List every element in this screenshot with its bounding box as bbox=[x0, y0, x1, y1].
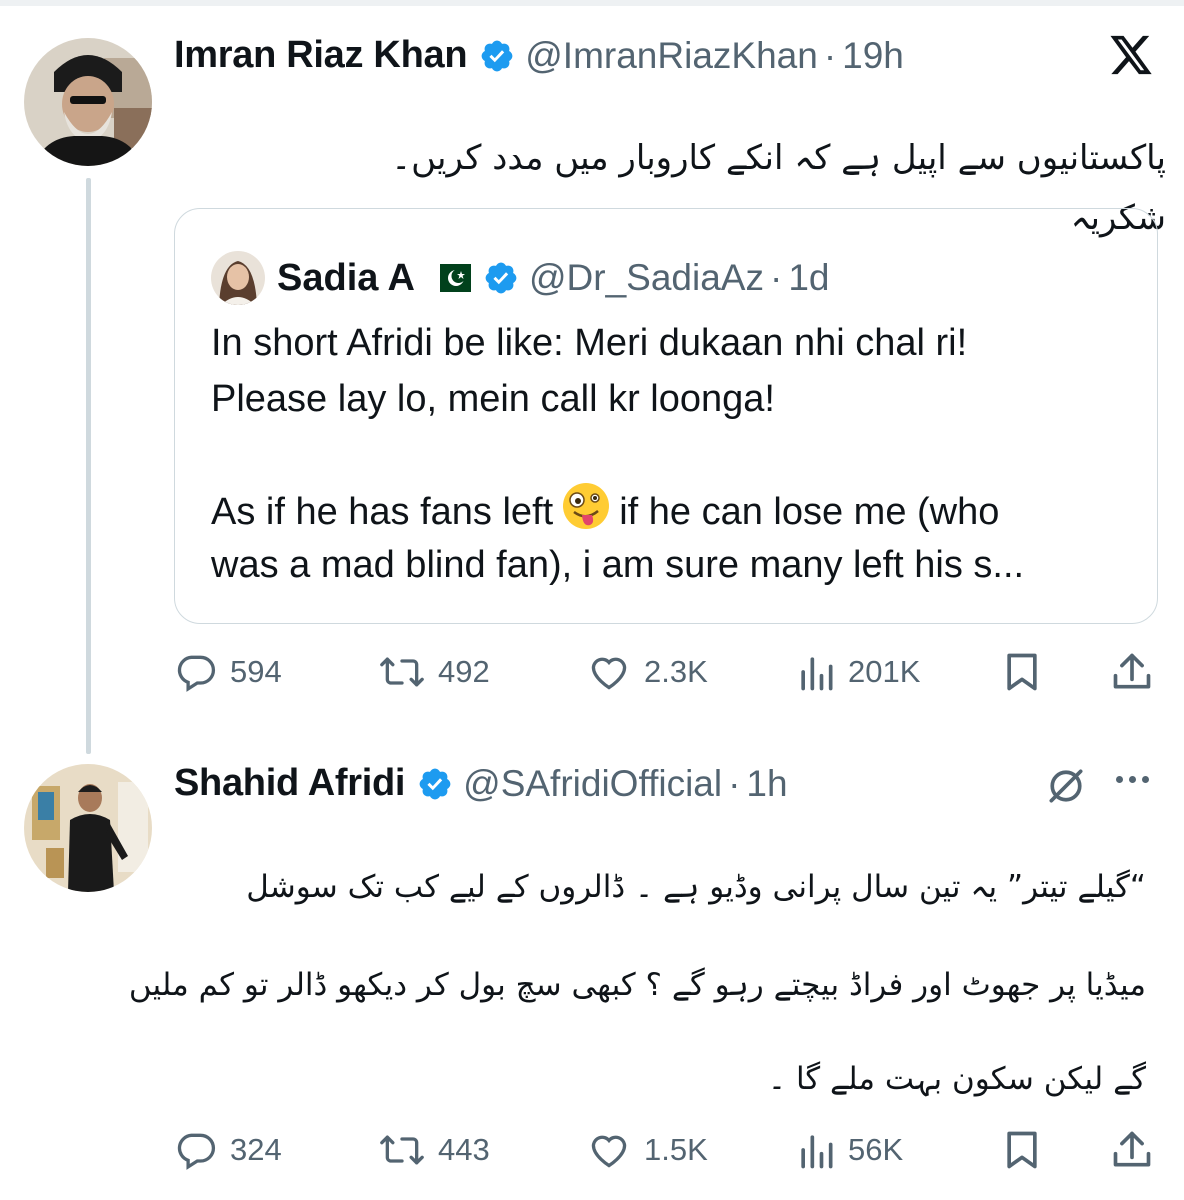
quoted-text-line: was a mad blind fan), i am sure many lef… bbox=[211, 544, 1025, 586]
post-header: Imran Riaz Khan @ImranRiazKhan · 19h bbox=[174, 34, 904, 77]
repost-count: 443 bbox=[438, 1132, 490, 1167]
reply-button[interactable]: 324 bbox=[174, 1128, 282, 1172]
verified-badge-icon bbox=[483, 260, 519, 296]
quoted-text-line: In short Afridi be like: Meri dukaan nhi… bbox=[211, 322, 968, 364]
author-handle[interactable]: @SAfridiOfficial bbox=[463, 763, 722, 805]
share-button[interactable] bbox=[1110, 650, 1154, 694]
repost-button[interactable]: 443 bbox=[378, 1128, 490, 1172]
reply-count: 594 bbox=[230, 654, 282, 689]
post-time[interactable]: 19h bbox=[842, 35, 904, 77]
views-count: 201K bbox=[848, 654, 921, 689]
reply-button[interactable]: 594 bbox=[174, 650, 282, 694]
views-button[interactable]: 56K bbox=[796, 1128, 903, 1172]
quoted-post-time[interactable]: 1d bbox=[788, 257, 829, 299]
like-button[interactable]: 2.3K bbox=[586, 650, 708, 694]
like-count: 2.3K bbox=[644, 654, 708, 689]
quoted-author-handle[interactable]: @Dr_SadiaAz bbox=[529, 257, 764, 299]
post-header: Shahid Afridi @SAfridiOfficial · 1h bbox=[174, 762, 788, 805]
post-actions: 594 492 2.3K 201K bbox=[174, 642, 1160, 702]
post-text-line: “گیلے تیتر” یہ تین سال پرانی وڈیو ہے ۔ ڈ… bbox=[246, 869, 1146, 905]
repost-count: 492 bbox=[438, 654, 490, 689]
like-count: 1.5K bbox=[644, 1132, 708, 1167]
top-divider bbox=[0, 0, 1184, 6]
quoted-text-segment: As if he has fans left bbox=[211, 491, 554, 534]
author-handle[interactable]: @ImranRiazKhan bbox=[525, 35, 818, 77]
post-actions: 324 443 1.5K 56K bbox=[174, 1120, 1160, 1180]
post-text-line: گے لیکن سکون بہت ملے گا ۔ bbox=[767, 1061, 1146, 1097]
bookmark-button[interactable] bbox=[1002, 650, 1042, 694]
grok-icon[interactable] bbox=[1044, 764, 1088, 813]
bookmark-button[interactable] bbox=[1002, 1128, 1042, 1172]
separator-dot: · bbox=[823, 34, 837, 76]
views-button[interactable]: 201K bbox=[796, 650, 920, 694]
separator-dot: · bbox=[728, 762, 741, 804]
views-count: 56K bbox=[848, 1132, 904, 1167]
quoted-text-segment: if he can lose me (who bbox=[619, 491, 1000, 534]
quoted-author-name[interactable]: Sadia A bbox=[277, 257, 415, 300]
verified-badge-icon bbox=[479, 38, 515, 74]
avatar-imran-riaz-khan[interactable] bbox=[24, 38, 152, 166]
author-name[interactable]: Shahid Afridi bbox=[174, 762, 405, 805]
avatar-sadia-a[interactable] bbox=[211, 251, 265, 305]
repost-button[interactable]: 492 bbox=[378, 650, 490, 694]
share-button[interactable] bbox=[1110, 1128, 1154, 1172]
quoted-post-card[interactable]: Sadia A @Dr_SadiaAz · 1d In short Afridi… bbox=[174, 208, 1158, 624]
pakistan-flag-icon bbox=[428, 264, 471, 292]
author-name[interactable]: Imran Riaz Khan bbox=[174, 34, 468, 77]
avatar-shahid-afridi[interactable] bbox=[24, 764, 152, 892]
post-time[interactable]: 1h bbox=[746, 763, 787, 805]
thread-connector-line bbox=[86, 178, 91, 754]
x-logo-icon[interactable] bbox=[1108, 34, 1154, 81]
quoted-text-line: Please lay lo, mein call kr loonga! bbox=[211, 378, 775, 420]
verified-badge-icon bbox=[417, 766, 453, 802]
post-text-line: میڈیا پر جھوٹ اور فراڈ بیچتے رہو گے ؟ کب… bbox=[128, 967, 1146, 1003]
like-button[interactable]: 1.5K bbox=[586, 1128, 708, 1172]
separator-dot: · bbox=[769, 257, 783, 298]
quoted-post-header: Sadia A @Dr_SadiaAz · 1d bbox=[211, 251, 829, 305]
more-options-icon[interactable] bbox=[1116, 776, 1149, 783]
reply-count: 324 bbox=[230, 1132, 282, 1167]
